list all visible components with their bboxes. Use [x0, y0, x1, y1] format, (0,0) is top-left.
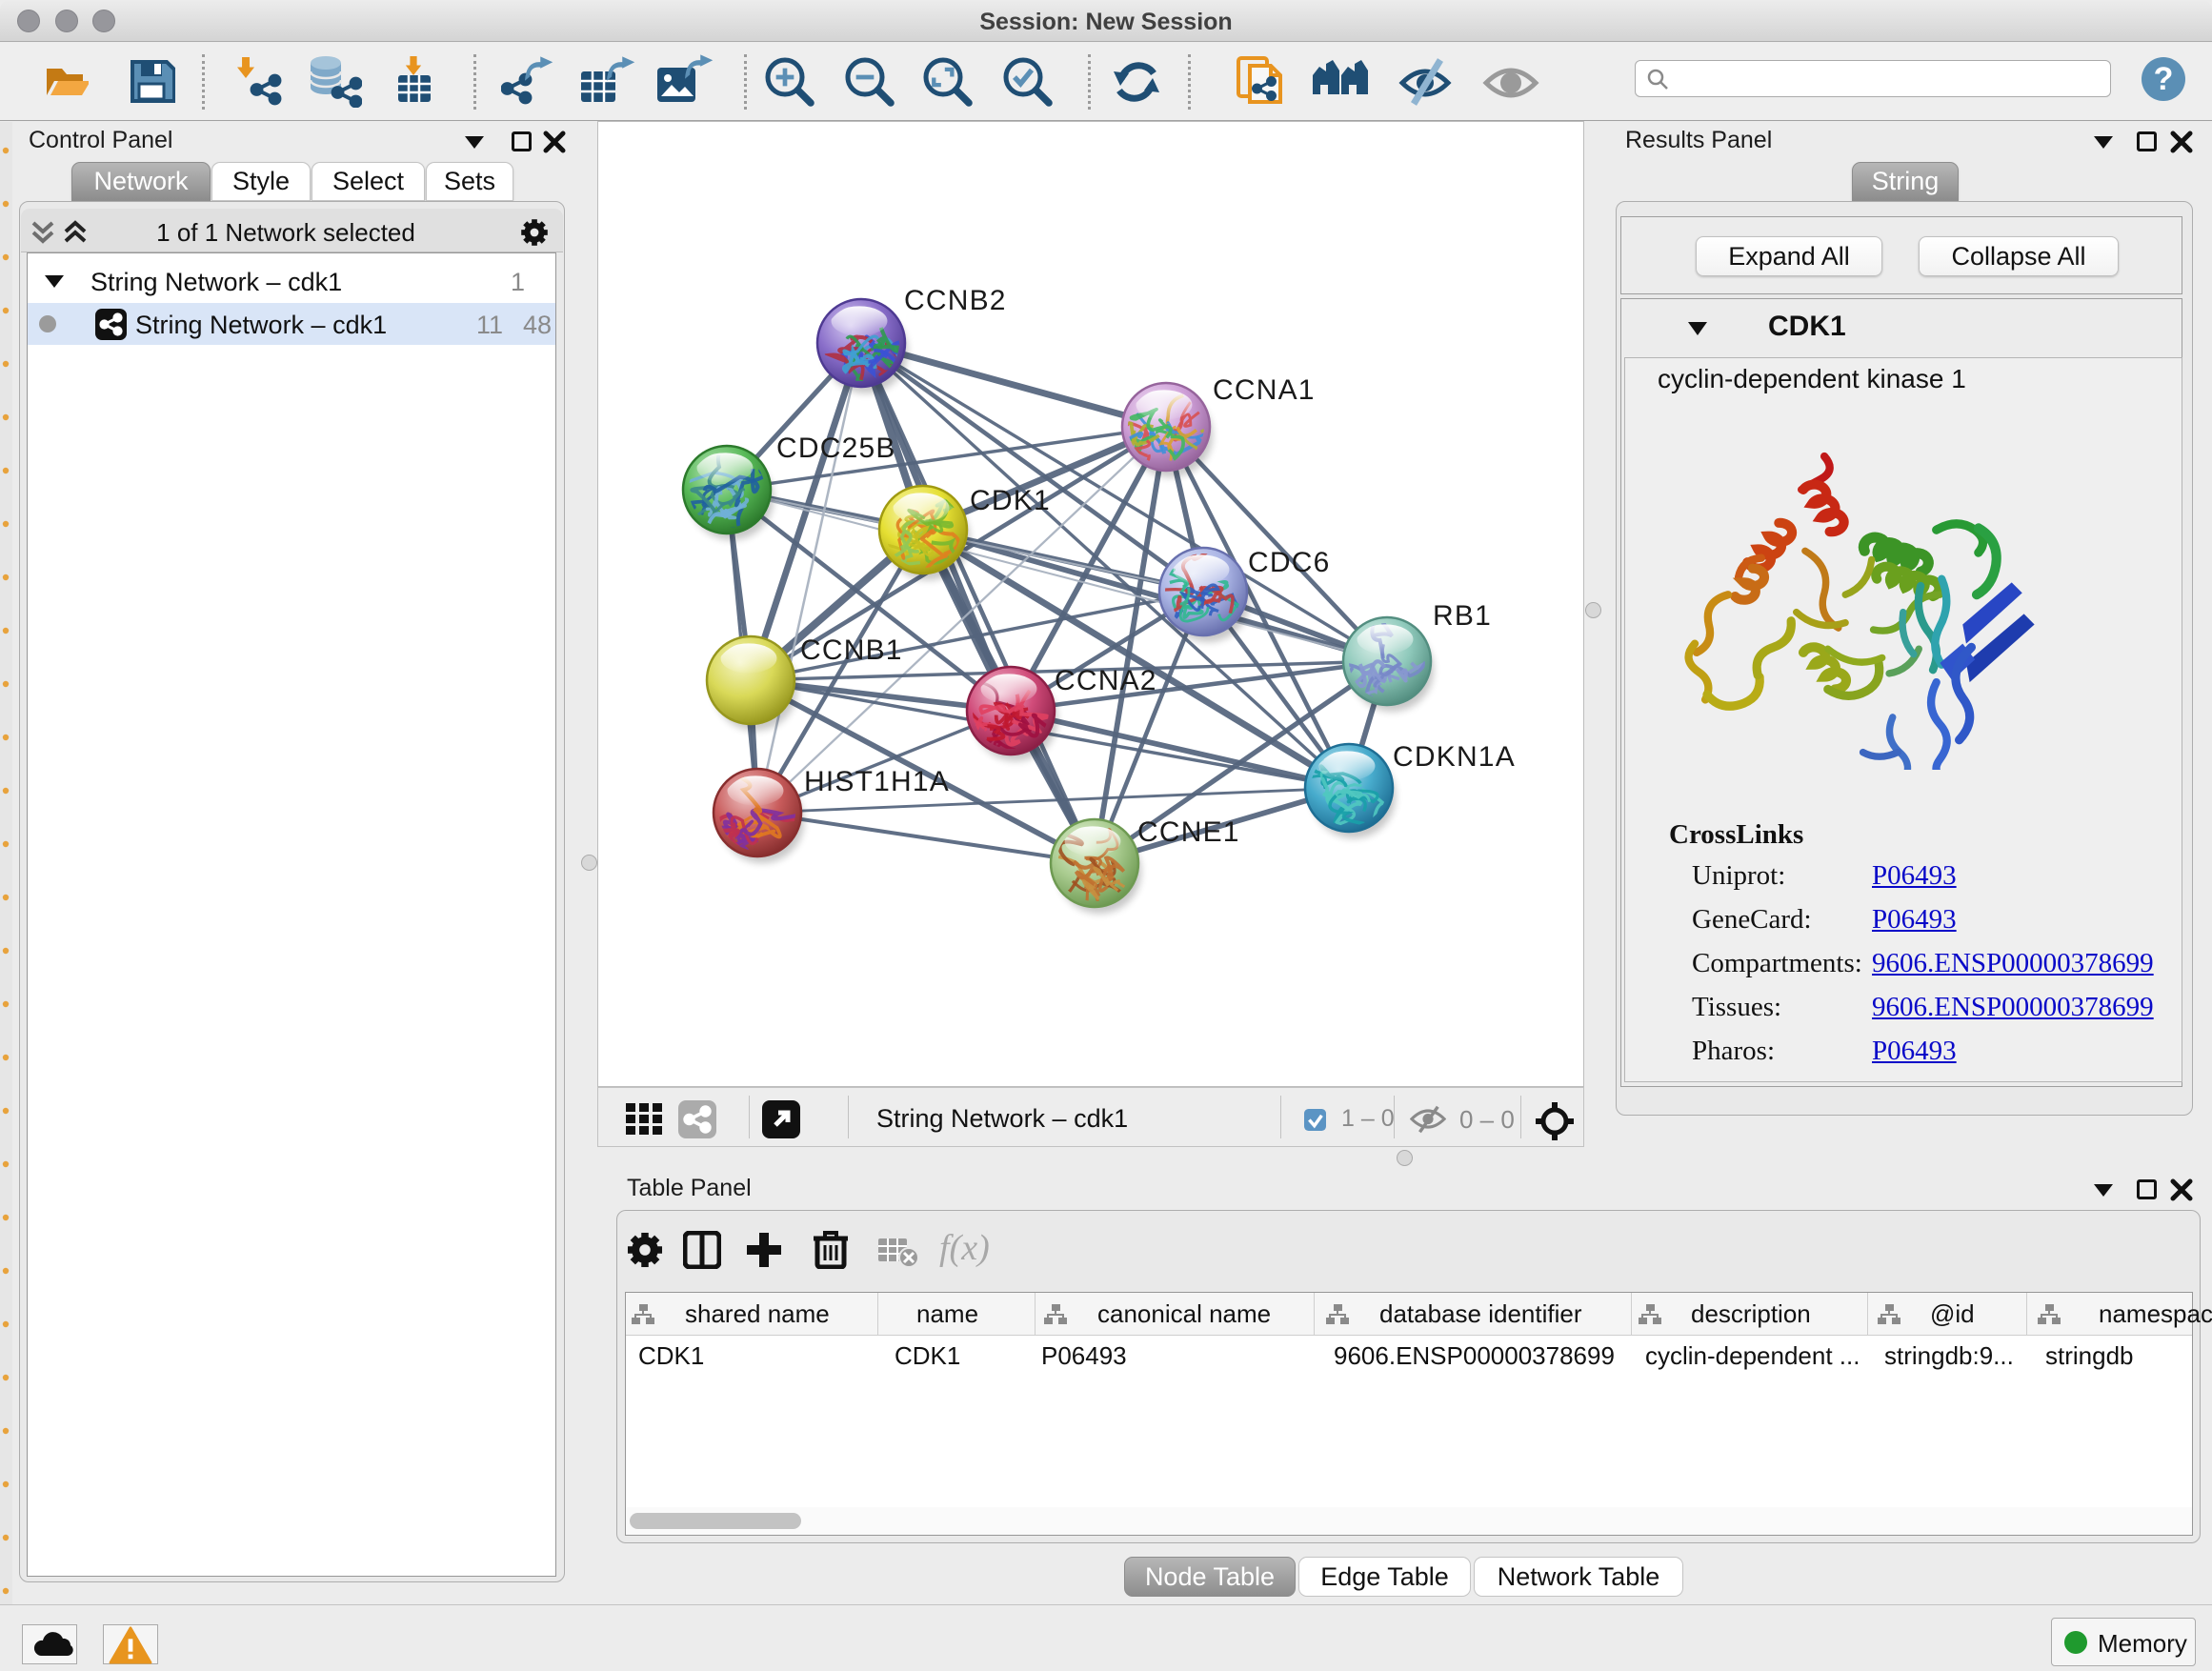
svg-text:CCNB2: CCNB2 [904, 285, 1007, 316]
svg-text:CCNB1: CCNB1 [800, 634, 903, 666]
svg-text:CCNA2: CCNA2 [1055, 665, 1157, 696]
svg-text:HIST1H1A: HIST1H1A [804, 766, 950, 797]
svg-text:CDC6: CDC6 [1248, 547, 1330, 578]
svg-text:CCNE1: CCNE1 [1137, 816, 1240, 848]
svg-text:RB1: RB1 [1433, 600, 1492, 632]
svg-text:CCNA1: CCNA1 [1213, 374, 1316, 406]
svg-text:CDC25B: CDC25B [776, 433, 896, 464]
svg-text:CDKN1A: CDKN1A [1393, 741, 1516, 773]
svg-text:CDK1: CDK1 [970, 485, 1051, 516]
